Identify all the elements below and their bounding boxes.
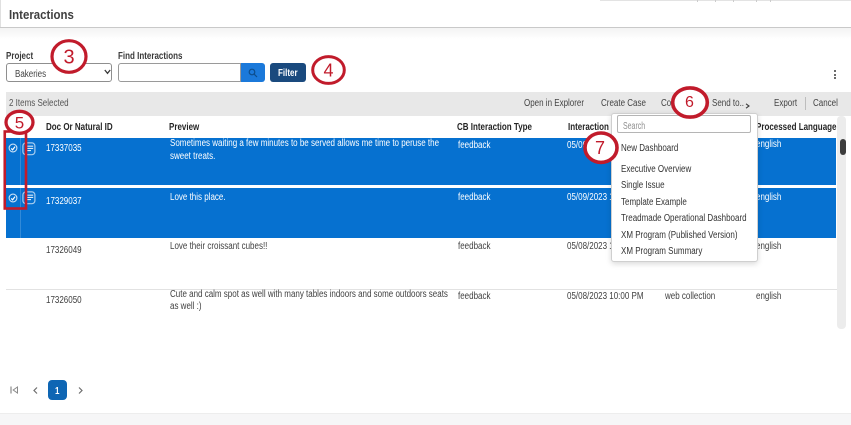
svg-text:7: 7 [595, 138, 605, 158]
svg-text:6: 6 [685, 94, 694, 111]
svg-text:4: 4 [323, 61, 333, 81]
svg-text:3: 3 [63, 47, 74, 69]
svg-text:5: 5 [15, 113, 24, 132]
